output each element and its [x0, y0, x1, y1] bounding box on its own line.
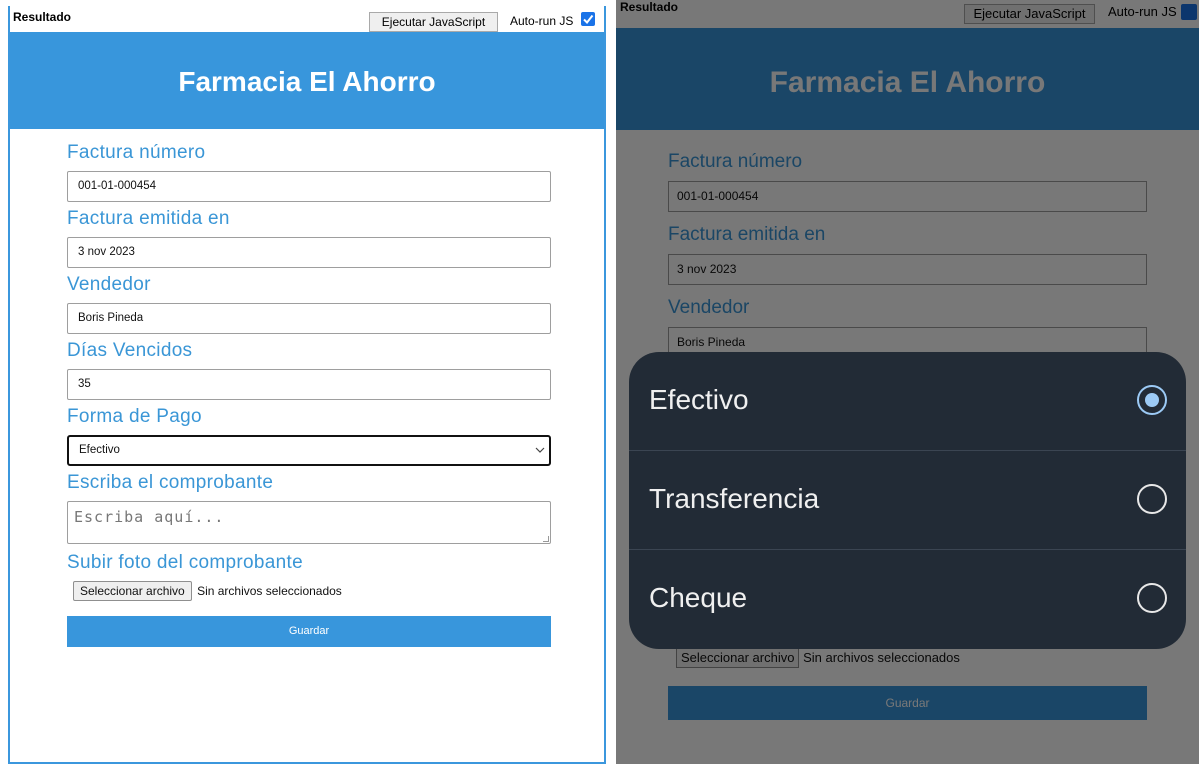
- chevron-down-icon: [535, 437, 545, 475]
- radio-unselected-icon[interactable]: [1137, 583, 1167, 613]
- payment-method-label: Forma de Pago: [67, 406, 202, 427]
- seller-field[interactable]: Boris Pineda: [67, 303, 551, 334]
- run-javascript-button[interactable]: Ejecutar JavaScript: [369, 12, 498, 32]
- radio-unselected-icon[interactable]: [1137, 484, 1167, 514]
- picker-option-label: Transferencia: [649, 483, 820, 514]
- page-title: Farmacia El Ahorro: [178, 66, 436, 97]
- overdue-days-label: Días Vencidos: [67, 340, 193, 361]
- payment-method-picker: Efectivo Transferencia Cheque: [629, 352, 1186, 649]
- result-label: Resultado: [13, 10, 72, 24]
- payment-method-select[interactable]: Efectivo: [67, 435, 551, 466]
- picker-option-label: Cheque: [649, 582, 748, 613]
- checkmark-icon: [583, 14, 594, 25]
- choose-file-button[interactable]: Seleccionar archivo: [73, 581, 192, 601]
- issued-date-field[interactable]: 3 nov 2023: [67, 237, 551, 268]
- payment-method-value: Efectivo: [79, 444, 120, 456]
- issued-label: Factura emitida en: [67, 208, 230, 229]
- autorun-label: Auto-run JS: [510, 14, 574, 28]
- desktop-result-panel: Resultado Ejecutar JavaScript Auto-run J…: [8, 6, 606, 764]
- result-toolbar: Resultado Ejecutar JavaScript Auto-run J…: [10, 6, 604, 32]
- invoice-number-label: Factura número: [67, 142, 206, 163]
- invoice-form: Factura número 001-01-000454 Factura emi…: [67, 142, 551, 647]
- receipt-placeholder: Escriba aquí...: [74, 508, 225, 526]
- receipt-textarea[interactable]: Escriba aquí...: [67, 501, 551, 544]
- overdue-days-field[interactable]: 35: [67, 369, 551, 400]
- photo-upload-label: Subir foto del comprobante: [67, 552, 303, 573]
- autorun-checkbox[interactable]: [581, 12, 595, 26]
- save-button[interactable]: Guardar: [67, 616, 551, 647]
- picker-option-transferencia[interactable]: Transferencia: [629, 451, 1186, 550]
- picker-option-efectivo[interactable]: Efectivo: [629, 352, 1186, 451]
- file-upload-row: Seleccionar archivo Sin archivos selecci…: [73, 581, 551, 605]
- seller-label: Vendedor: [67, 274, 151, 295]
- radio-selected-icon[interactable]: [1137, 385, 1167, 415]
- app-header: Farmacia El Ahorro: [10, 32, 604, 129]
- file-status-text: Sin archivos seleccionados: [197, 584, 342, 598]
- resize-handle-icon[interactable]: [543, 536, 549, 542]
- invoice-number-field[interactable]: 001-01-000454: [67, 171, 551, 202]
- receipt-label: Escriba el comprobante: [67, 472, 274, 493]
- picker-option-cheque[interactable]: Cheque: [629, 550, 1186, 649]
- mobile-result-panel: Resultado Ejecutar JavaScript Auto-run J…: [616, 0, 1199, 764]
- picker-option-label: Efectivo: [649, 384, 749, 415]
